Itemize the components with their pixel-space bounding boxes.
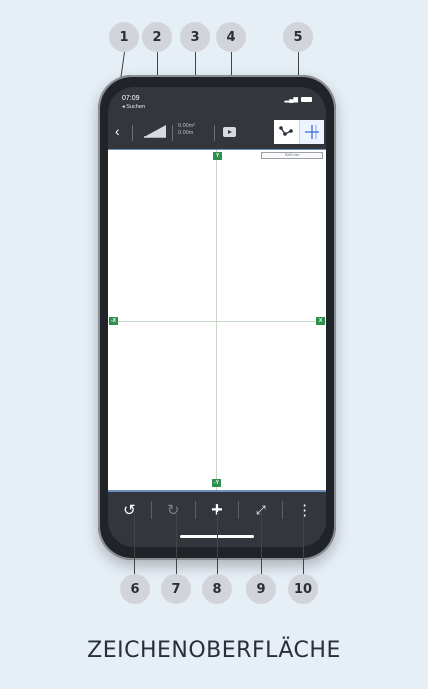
top-toolbar: ‹ 0.00m² 0.00m: [108, 115, 326, 149]
callout-badge-7: 7: [161, 574, 191, 604]
callout-badge-5: 5: [283, 22, 313, 52]
callout-pointer-7: [176, 512, 177, 574]
toolbar-divider: [214, 125, 215, 141]
measurement-readout: 0.00m² 0.00m: [178, 123, 195, 137]
slope-icon[interactable]: [142, 123, 168, 144]
video-tutorial-icon[interactable]: [223, 127, 236, 137]
node-mode-button[interactable]: [274, 120, 299, 144]
redo-button[interactable]: ↻: [152, 491, 195, 529]
status-back-link[interactable]: ◂ Suchen: [122, 103, 145, 111]
callout-badge-2: 2: [142, 22, 172, 52]
area-value: 0.00m²: [178, 123, 196, 129]
callout-pointer-9: [261, 512, 262, 574]
scale-bar: 5000 mm: [261, 152, 323, 159]
app-screen: 07:09 ◂ Suchen ▂▄▆ ‹ 0.00m² 0.00m 5000 m…: [108, 87, 326, 547]
signal-icon: ▂▄▆: [284, 97, 298, 103]
callout-pointer-6: [134, 512, 135, 574]
axis-mode-button[interactable]: [298, 120, 324, 144]
status-time: 07:09: [122, 95, 140, 102]
undo-button[interactable]: ↺: [108, 491, 151, 529]
length-value: 0.00m: [178, 130, 194, 136]
mode-switch: [274, 120, 324, 144]
battery-icon: [301, 97, 312, 102]
callout-badge-1: 1: [109, 22, 139, 52]
caption-title: ZEICHENOBERFLÄCHE: [87, 638, 341, 663]
axis-tag-x-right: X: [316, 317, 325, 325]
y-axis-line: [216, 150, 217, 490]
callout-pointer-8: [217, 512, 218, 574]
toolbar-divider: [172, 125, 173, 141]
more-menu-button[interactable]: ⋮: [283, 491, 326, 529]
callout-badge-4: 4: [216, 22, 246, 52]
axis-tag-x-left: -X: [109, 317, 118, 325]
status-bar-right: ▂▄▆: [285, 96, 312, 103]
callout-badge-8: 8: [202, 574, 232, 604]
callout-badge-6: 6: [120, 574, 150, 604]
axis-cross-icon: [304, 125, 319, 139]
back-chevron-icon[interactable]: ‹: [115, 123, 120, 139]
node-path-icon: [279, 126, 294, 136]
x-axis-line: [108, 321, 326, 322]
toolbar-divider: [132, 125, 133, 141]
drawing-canvas[interactable]: 5000 mm Y -Y -X X: [108, 149, 326, 492]
callout-pointer-10: [303, 512, 304, 574]
callout-badge-10: 10: [288, 574, 318, 604]
axis-tag-y-top: Y: [213, 152, 222, 160]
axis-tag-y-bottom: -Y: [212, 479, 221, 487]
callout-badge-9: 9: [246, 574, 276, 604]
status-bar-left: 07:09 ◂ Suchen: [122, 95, 145, 111]
callout-badge-3: 3: [180, 22, 210, 52]
